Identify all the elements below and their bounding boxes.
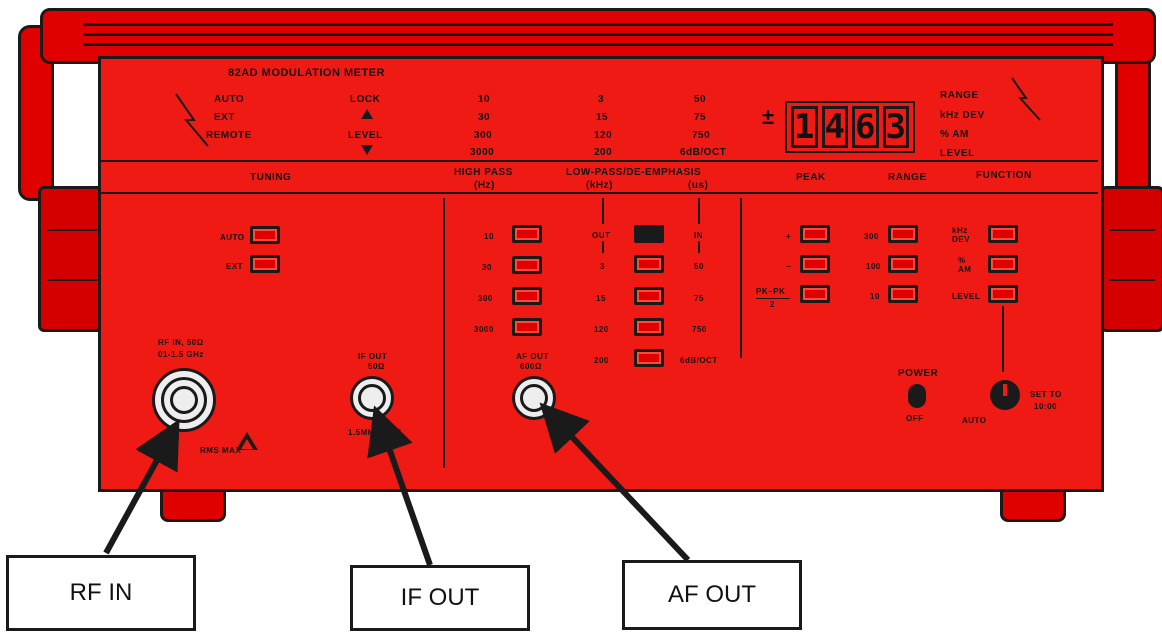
callout-arrows (103, 402, 691, 566)
af-out-arrow (539, 402, 691, 563)
if-out-arrow (367, 405, 433, 566)
if-out-callout: IF OUT (350, 565, 530, 631)
rf-in-arrow (103, 418, 180, 555)
af-out-callout: AF OUT (622, 560, 802, 630)
rf-in-callout: RF IN (6, 555, 196, 631)
